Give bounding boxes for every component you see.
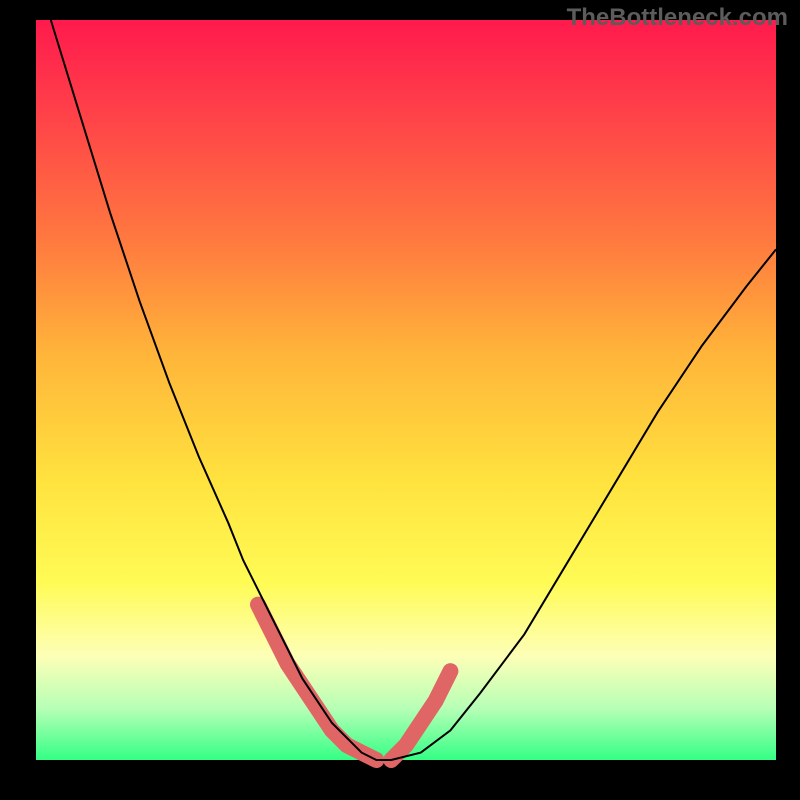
- chart-frame: TheBottleneck.com: [0, 0, 800, 800]
- highlight-left: [258, 605, 376, 760]
- curve-layer: [36, 20, 776, 760]
- bottleneck-curve: [51, 20, 776, 760]
- highlight-right: [391, 671, 450, 760]
